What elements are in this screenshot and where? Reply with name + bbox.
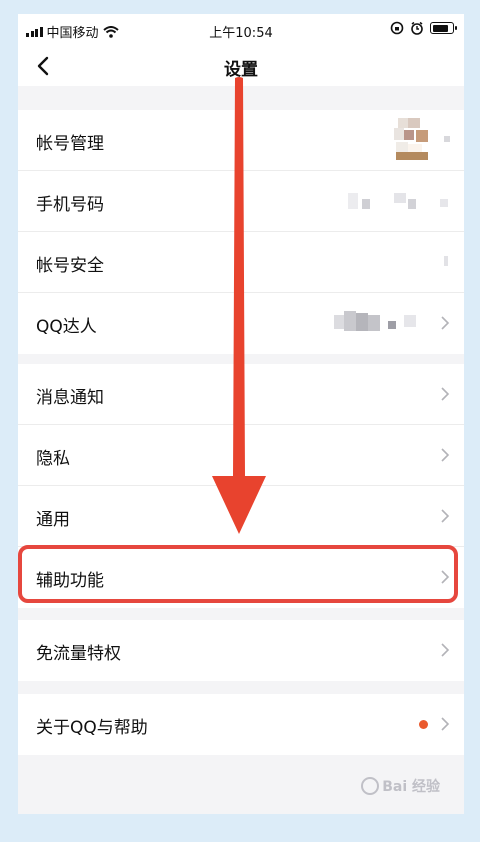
rotation-lock-icon	[390, 21, 404, 35]
highlight-box	[18, 545, 458, 603]
alarm-icon	[411, 21, 423, 35]
settings-row-about-help[interactable]: 关于QQ与帮助	[18, 694, 464, 755]
row-label: 帐号安全	[36, 256, 104, 276]
chevron-right-icon	[441, 509, 450, 523]
avatar	[394, 118, 434, 160]
down-arrow-icon	[212, 77, 266, 534]
row-label: 帐号管理	[36, 134, 104, 154]
row-label: 关于QQ与帮助	[36, 718, 148, 738]
notification-dot	[419, 720, 428, 729]
chevron-right-icon	[441, 643, 450, 657]
blurred-value	[444, 136, 450, 142]
chevron-right-icon	[441, 316, 450, 330]
status-right	[390, 21, 457, 35]
row-label: 消息通知	[36, 388, 104, 408]
phone-screen: 中国移动 上午10:54 设置 帐号管理 手机号码 帐号安全 QQ达人 消息通知…	[18, 14, 464, 814]
row-label: QQ达人	[36, 317, 97, 337]
settings-group-about: 关于QQ与帮助	[18, 694, 464, 755]
chevron-right-icon	[441, 717, 450, 731]
settings-group-data: 免流量特权	[18, 620, 464, 681]
row-label: 隐私	[36, 449, 70, 469]
chevron-right-icon	[441, 448, 450, 462]
blurred-value	[334, 311, 430, 333]
blurred-value	[444, 256, 448, 266]
battery-icon	[430, 22, 457, 34]
watermark: Bai 经验	[361, 776, 440, 796]
row-label: 免流量特权	[36, 644, 121, 664]
status-bar: 中国移动 上午10:54	[18, 14, 464, 46]
blurred-phone-value	[348, 189, 452, 213]
settings-row-free-data[interactable]: 免流量特权	[18, 620, 464, 681]
row-label: 手机号码	[36, 195, 104, 215]
watermark-text: Bai 经验	[382, 779, 440, 795]
row-label: 通用	[36, 510, 70, 530]
paw-icon	[361, 777, 380, 795]
chevron-right-icon	[441, 387, 450, 401]
